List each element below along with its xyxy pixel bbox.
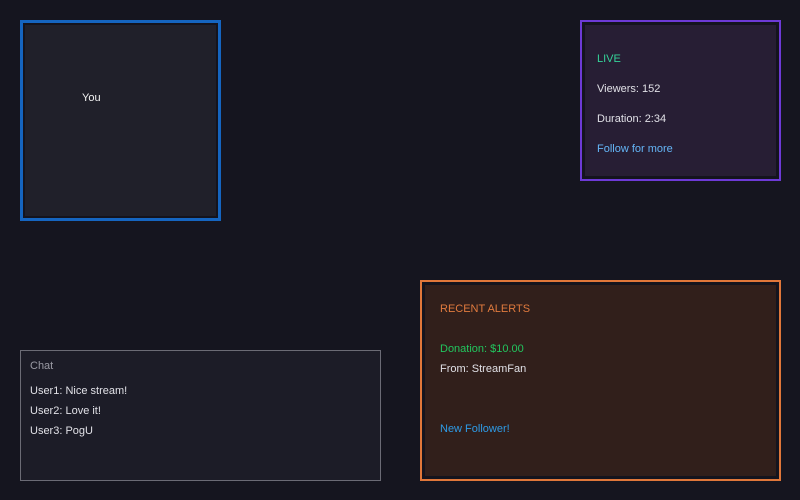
donation-alert: Donation: $10.00 xyxy=(440,343,524,355)
chat-title: Chat xyxy=(30,360,54,372)
stream-stats-body: LIVE Viewers: 152 Duration: 2:34 Follow … xyxy=(585,25,776,176)
stream-stats-panel: LIVE Viewers: 152 Duration: 2:34 Follow … xyxy=(580,20,781,181)
chat-panel: Chat User1: Nice stream! User2: Love it!… xyxy=(20,350,381,481)
alerts-title: RECENT ALERTS xyxy=(440,303,531,315)
recent-alerts-panel: RECENT ALERTS Donation: $10.00 From: Str… xyxy=(420,280,781,481)
chat-message: User2: Love it! xyxy=(30,405,101,417)
viewer-count: Viewers: 152 xyxy=(597,83,661,95)
chat-message: User3: PogU xyxy=(30,425,93,437)
follow-prompt: Follow for more xyxy=(597,143,673,155)
webcam-label: You xyxy=(82,92,101,104)
chat-message: User1: Nice stream! xyxy=(30,385,128,397)
stream-duration: Duration: 2:34 xyxy=(597,113,667,125)
recent-alerts-body: RECENT ALERTS Donation: $10.00 From: Str… xyxy=(425,285,776,476)
donation-from: From: StreamFan xyxy=(440,363,527,375)
webcam-feed: You xyxy=(25,25,216,216)
follower-alert: New Follower! xyxy=(440,423,510,435)
live-indicator: LIVE xyxy=(597,53,621,65)
webcam-overlay: You xyxy=(20,20,221,221)
